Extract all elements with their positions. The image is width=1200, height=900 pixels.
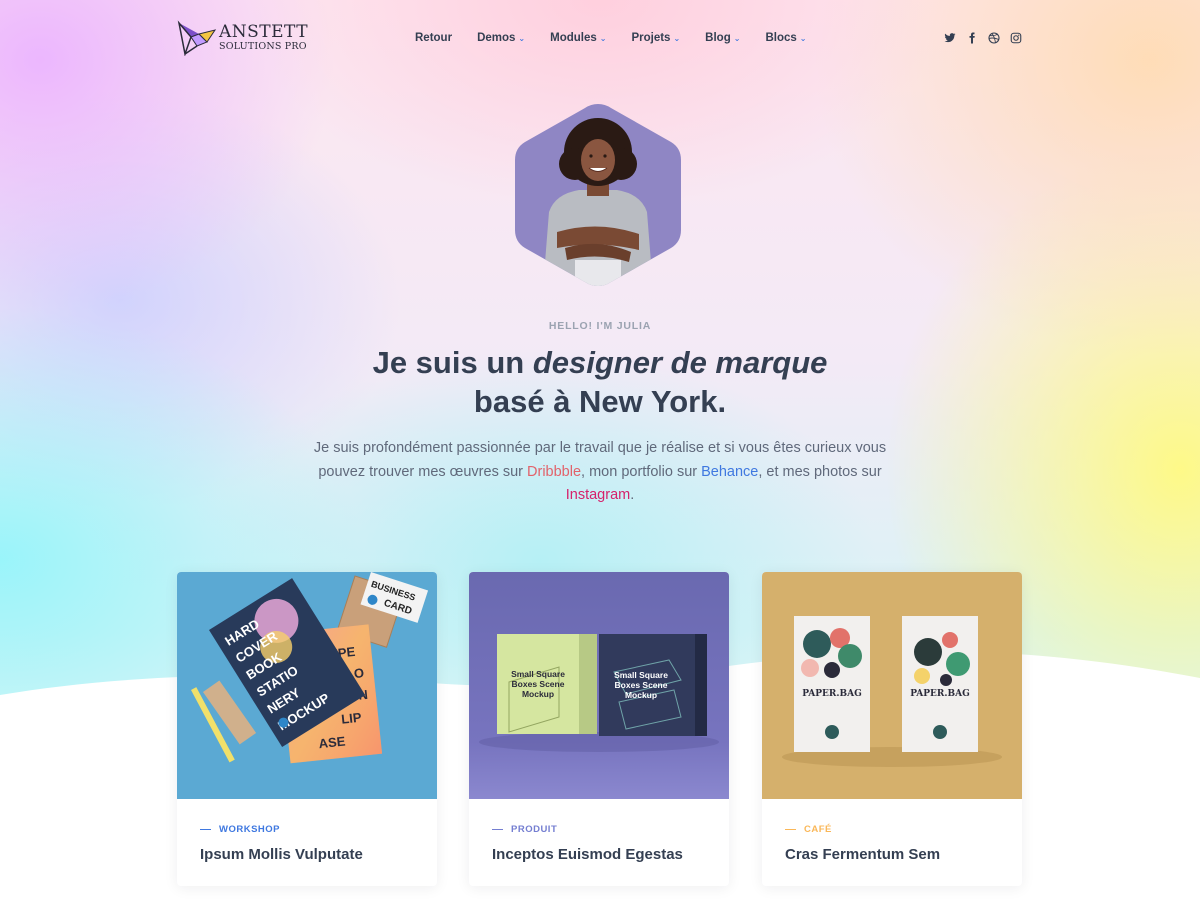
nav-item-modules[interactable]: Modules ⌄ [550, 32, 606, 44]
hummingbird-logo-icon [177, 20, 217, 56]
chevron-down-icon: ⌄ [673, 33, 681, 43]
dribbble-link[interactable]: Dribbble [527, 464, 581, 480]
mockup-text: Boxes Scene [512, 679, 565, 689]
project-card-cafe[interactable]: PAPER.BAG PAPER.BAG CAFÉ Cras Fermentum … [762, 572, 1022, 886]
stationery-mockup-image: BUSINESS CARD IPE CLO DGN LIP ASE H [177, 572, 437, 799]
headline-text: Je suis un [372, 345, 533, 380]
card-title[interactable]: Cras Fermentum Sem [785, 846, 940, 863]
category-label: PRODUIT [511, 824, 558, 835]
behance-link[interactable]: Behance [701, 464, 758, 480]
nav-label: Blog [705, 32, 731, 44]
brand-tagline: SOLUTIONS PRO [219, 41, 307, 53]
category-dash [492, 829, 503, 830]
mockup-text: Mockup [522, 689, 554, 699]
mockup-text: Small Square [614, 670, 668, 680]
lead-text: , et mes photos sur [758, 463, 882, 480]
nav-item-demos[interactable]: Demos ⌄ [477, 32, 525, 44]
chevron-down-icon: ⌄ [733, 33, 741, 43]
mockup-text: PAPER.BAG [910, 689, 970, 699]
nav-label: Blocs [765, 32, 797, 44]
card-category[interactable]: PRODUIT [492, 824, 557, 835]
dribbble-icon[interactable] [988, 32, 1000, 44]
nav-label: Projets [631, 32, 671, 44]
card-category[interactable]: CAFÉ [785, 824, 832, 835]
project-card-produit[interactable]: Small Square Boxes Scene Mockup Small Sq… [469, 572, 729, 886]
mockup-text: LIP [340, 710, 362, 727]
mockup-text: PAPER.BAG [802, 689, 862, 699]
brand-text: ANSTETT SOLUTIONS PRO [219, 24, 308, 52]
nav-item-blog[interactable]: Blog ⌄ [705, 32, 740, 44]
category-label: CAFÉ [804, 824, 832, 835]
chevron-down-icon: ⌄ [518, 33, 526, 43]
social-links [934, 32, 1022, 44]
paper-bag-mockup-image: PAPER.BAG PAPER.BAG [762, 572, 1022, 799]
nav-label: Modules [550, 32, 597, 44]
nav-item-blocs[interactable]: Blocs ⌄ [765, 32, 806, 44]
lead-text: , mon portfolio sur [581, 463, 702, 480]
mockup-text: Small Square [511, 669, 565, 679]
chevron-down-icon: ⌄ [799, 33, 807, 43]
hero-lead: Je suis profondément passionnée par le t… [300, 437, 900, 508]
brand-logo[interactable]: ANSTETT SOLUTIONS PRO [177, 20, 377, 56]
category-dash [785, 829, 796, 830]
instagram-icon[interactable] [1010, 32, 1022, 44]
card-category[interactable]: WORKSHOP [200, 824, 280, 835]
nav-label: Demos [477, 32, 516, 44]
card-title[interactable]: Ipsum Mollis Vulputate [200, 846, 363, 863]
main-nav: Retour Demos ⌄ Modules ⌄ Projets ⌄ Blog … [415, 32, 831, 44]
hero-headline: Je suis un designer de marque basé à New… [300, 343, 900, 421]
mockup-text: ASE [318, 733, 346, 751]
mockup-text: Mockup [625, 690, 657, 700]
nav-label: Retour [415, 32, 453, 44]
boxes-mockup-image: Small Square Boxes Scene Mockup Small Sq… [469, 572, 729, 799]
category-label: WORKSHOP [219, 824, 280, 835]
nav-item-projets[interactable]: Projets ⌄ [631, 32, 680, 44]
twitter-icon[interactable] [944, 32, 956, 44]
nav-item-retour[interactable]: Retour [415, 32, 452, 44]
brand-name: ANSTETT [219, 22, 309, 43]
hero-kicker: HELLO! I'M JULIA [548, 320, 652, 332]
headline-emphasis: designer de marque [532, 345, 828, 380]
chevron-down-icon: ⌄ [599, 33, 607, 43]
profile-avatar [513, 102, 683, 288]
facebook-icon[interactable] [966, 32, 978, 44]
instagram-link[interactable]: Instagram [566, 487, 630, 503]
avatar-photo [515, 104, 681, 286]
headline-text: basé à New York. [473, 384, 727, 419]
category-dash [200, 829, 211, 830]
mockup-text: Boxes Scene [615, 680, 668, 690]
card-title[interactable]: Inceptos Euismod Egestas [492, 846, 683, 863]
lead-text: . [630, 487, 635, 503]
site-header: ANSTETT SOLUTIONS PRO Retour Demos ⌄ Mod… [177, 18, 1022, 58]
project-card-workshop[interactable]: BUSINESS CARD IPE CLO DGN LIP ASE H [177, 572, 437, 886]
